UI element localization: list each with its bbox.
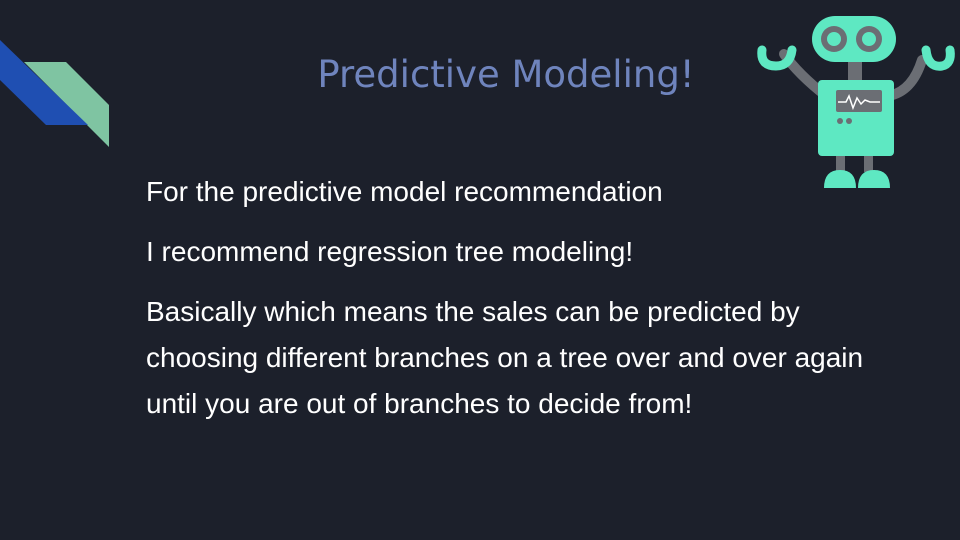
paragraph-explanation: Basically which means the sales can be p… (146, 296, 864, 419)
slide-body: For the predictive model recommendation … (146, 169, 906, 441)
robot-icon (757, 16, 955, 188)
slide: Predictive Modeling! For the predictive … (0, 0, 960, 540)
paragraph-recommendation: I recommend regression tree modeling! (146, 236, 634, 267)
